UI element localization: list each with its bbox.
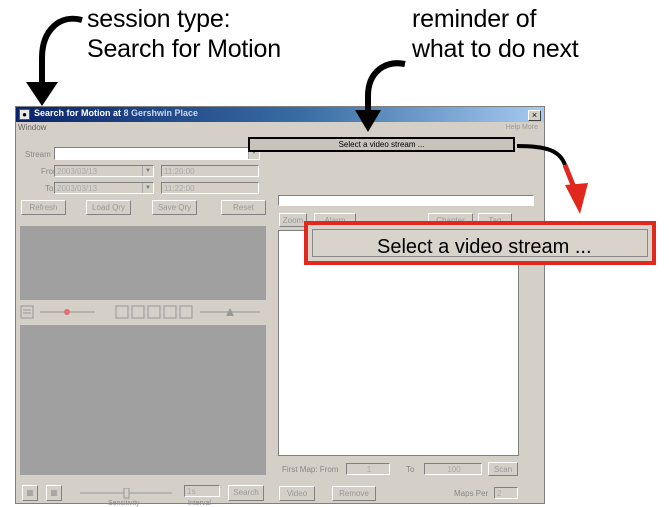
session-type-arrow bbox=[39, 15, 83, 84]
session-type-arrowhead bbox=[26, 82, 58, 106]
reminder-arrowhead bbox=[355, 110, 381, 132]
zoom-connector-black bbox=[516, 144, 567, 166]
zoom-connector-arrowhead bbox=[565, 183, 588, 214]
reminder-arrow bbox=[365, 60, 406, 112]
annotation-arrows bbox=[26, 15, 588, 214]
